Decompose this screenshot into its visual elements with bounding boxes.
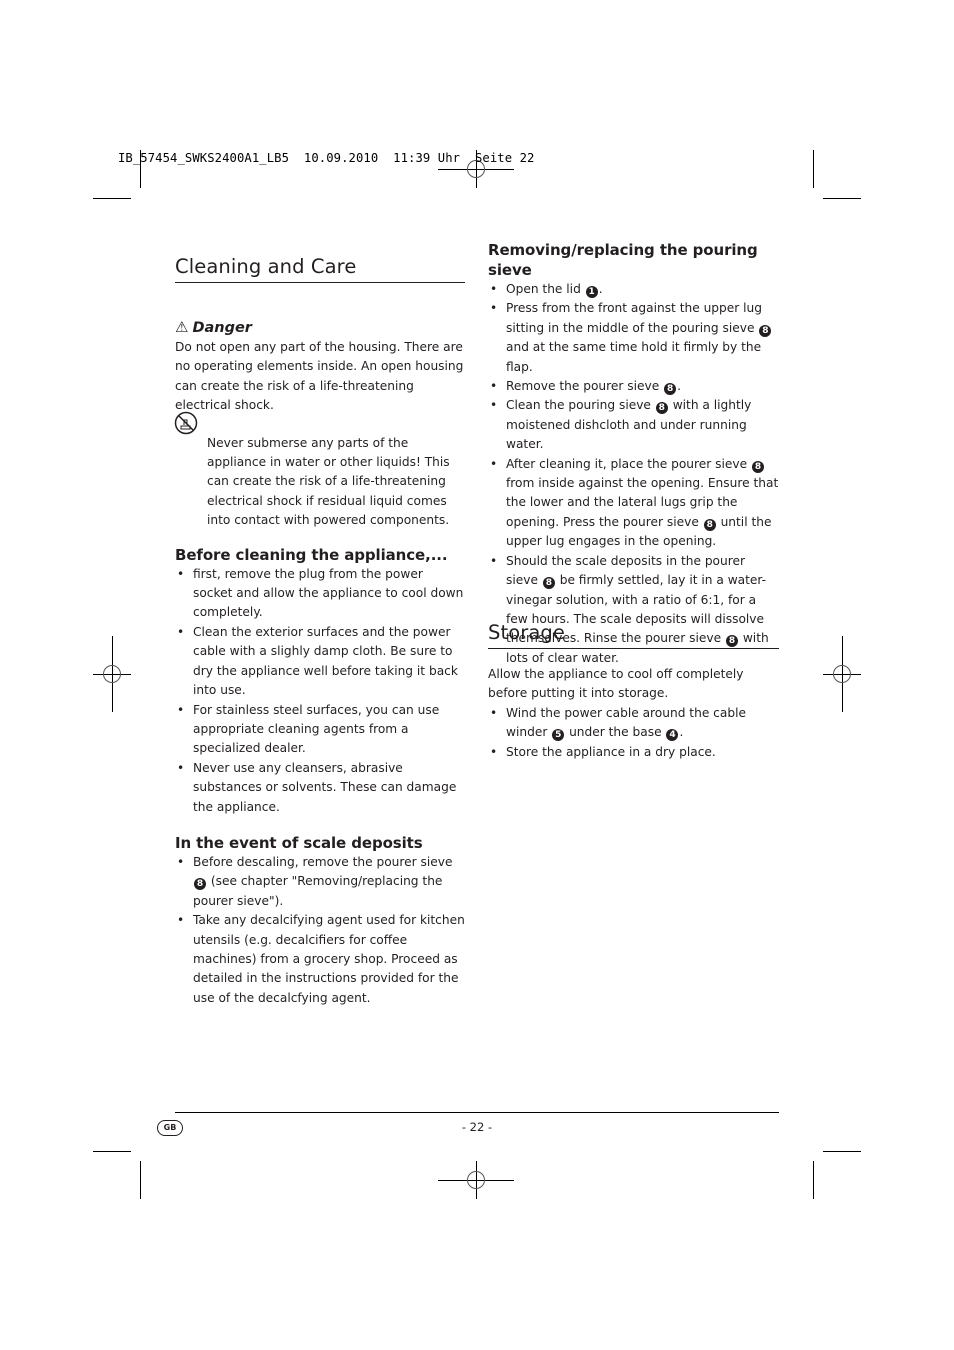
before-cleaning-list: • first, remove the plug from the power s… <box>175 565 465 817</box>
list-item: • first, remove the plug from the power s… <box>177 566 464 620</box>
submerse-warning-text: Never submerse any parts of the applianc… <box>207 435 450 528</box>
list-item: • Clean the pouring sieve 8 with a lightl… <box>490 398 752 452</box>
storage-list: • Wind the power cable around the cable w… <box>488 704 779 762</box>
country-badge: GB <box>157 1120 183 1136</box>
part-number-badge: 5 <box>552 729 565 742</box>
crop-mark <box>140 1161 141 1199</box>
part-number-badge: 1 <box>585 286 598 298</box>
list-item: • Take any decalcifying agent used for ki… <box>177 913 465 1005</box>
list-item: • Open the lid 1. <box>490 282 603 298</box>
scale-deposits-list: • Before descaling, remove the pourer sie… <box>175 853 465 1008</box>
warning-triangle-icon: ⚠ <box>175 318 189 336</box>
part-number-badge: 8 <box>655 402 668 415</box>
part-number-badge: 8 <box>703 518 716 531</box>
crop-mark <box>823 1151 861 1152</box>
list-item: • Remove the pourer sieve 8. <box>490 379 681 396</box>
heading-scale-deposits: In the event of scale deposits <box>175 833 423 852</box>
part-number-badge: 8 <box>542 577 555 590</box>
list-item: • Press from the front against the upper … <box>488 299 779 377</box>
crop-mark <box>93 1151 131 1152</box>
crop-mark <box>813 150 814 188</box>
danger-heading: ⚠ Danger <box>175 317 465 338</box>
part-number-badge: 8 <box>759 324 772 337</box>
part-number-badge: 8 <box>194 878 206 891</box>
crop-mark <box>813 1161 814 1199</box>
right-column: Removing/replacing the pouring sieve • Op… <box>488 240 779 668</box>
page-number: - 22 - <box>461 1120 493 1134</box>
list-item: • After cleaning it, place the pourer sie… <box>490 456 779 549</box>
crop-mark <box>93 198 131 199</box>
list-item: • Before descaling, remove the pourer sie… <box>177 854 453 908</box>
part-number-badge: 4 <box>666 729 679 742</box>
section-title-storage: Storage <box>488 620 779 649</box>
danger-label: Danger <box>192 320 252 336</box>
part-number-badge: 8 <box>664 383 677 396</box>
part-number-badge: 8 <box>751 460 764 473</box>
list-item: • Wind the power cable around the cable w… <box>490 705 746 742</box>
print-slug: IB_57454_SWKS2400A1_LB5 10.09.2010 11:39… <box>118 151 535 165</box>
footer-rule <box>175 1112 779 1113</box>
storage-intro: Allow the appliance to cool off complete… <box>488 667 744 701</box>
heading-pouring-sieve: Removing/replacing the pouring sieve <box>488 241 758 279</box>
storage-section: Storage Allow the appliance to cool off … <box>488 620 779 762</box>
heading-before-cleaning: Before cleaning the appliance,... <box>175 545 448 564</box>
country-code: GB <box>163 1123 177 1132</box>
list-item: • For stainless steel surfaces, you can u… <box>177 702 440 756</box>
list-item: • Never use any cleansers, abrasive subst… <box>177 760 457 814</box>
pouring-sieve-list: • Open the lid 1. • Press from the front a… <box>488 280 779 668</box>
section-title-cleaning: Cleaning and Care <box>175 254 465 283</box>
crop-mark <box>823 198 861 199</box>
list-item: • Clean the exterior surfaces and the pow… <box>177 624 458 698</box>
list-item: • Store the appliance in a dry place. <box>490 744 716 759</box>
danger-text: Do not open any part of the housing. The… <box>175 340 464 413</box>
left-column: Cleaning and Care ⚠ Danger Do not open an… <box>175 254 465 1008</box>
no-submerse-icon <box>174 411 198 435</box>
